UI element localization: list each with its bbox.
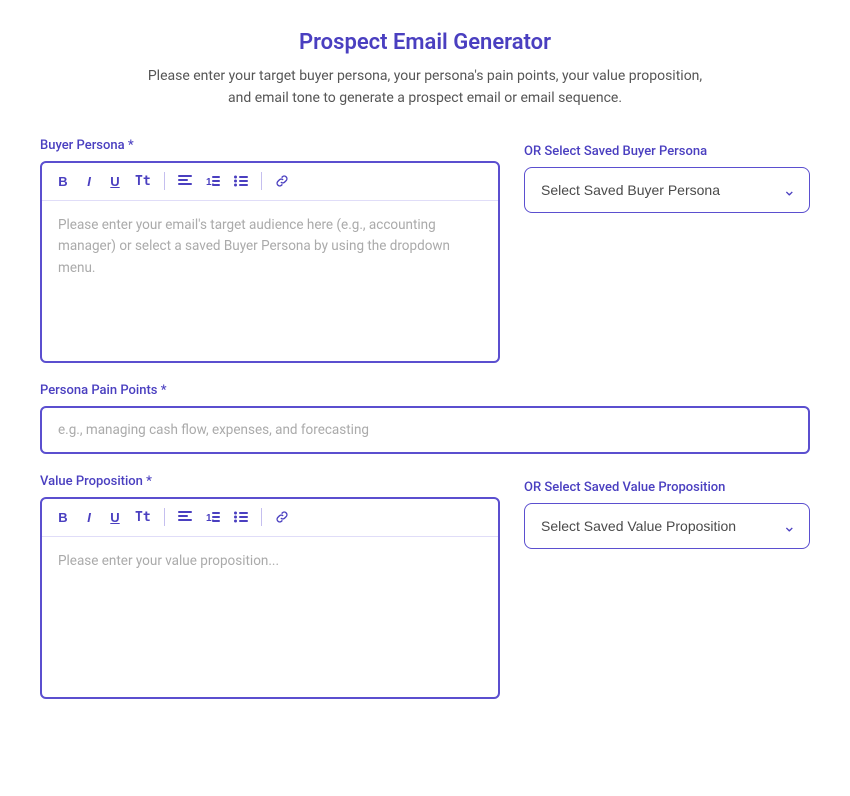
underline-button[interactable]: U xyxy=(104,171,126,192)
toolbar-sep-2 xyxy=(261,172,262,190)
vp-tt-button[interactable]: Tt xyxy=(130,507,156,528)
pain-points-label: Persona Pain Points * xyxy=(40,383,810,398)
align-left-button[interactable] xyxy=(173,172,197,190)
vp-bold-button[interactable]: B xyxy=(52,507,74,528)
vp-ordered-list-button[interactable]: 1. xyxy=(201,508,225,526)
value-prop-editor: B I U Tt 1. xyxy=(40,497,500,699)
buyer-persona-select-wrapper: Select Saved Buyer Persona ⌄ xyxy=(524,167,810,213)
pain-points-input[interactable] xyxy=(40,406,810,454)
vp-toolbar-sep-2 xyxy=(261,508,262,526)
buyer-persona-row: Buyer Persona * B I U Tt 1. xyxy=(40,138,810,363)
buyer-persona-select[interactable]: Select Saved Buyer Persona xyxy=(524,167,810,213)
buyer-persona-dropdown-wrapper: OR Select Saved Buyer Persona Select Sav… xyxy=(524,138,810,213)
link-button[interactable] xyxy=(270,172,294,190)
vp-unordered-list-button[interactable] xyxy=(229,508,253,526)
buyer-persona-toolbar: B I U Tt 1. xyxy=(42,163,498,201)
value-prop-right: OR Select Saved Value Proposition Select… xyxy=(524,474,810,549)
value-prop-select[interactable]: Select Saved Value Proposition xyxy=(524,503,810,549)
tt-button[interactable]: Tt xyxy=(130,171,156,192)
value-prop-label: Value Proposition * xyxy=(40,474,500,489)
value-prop-row: Value Proposition * B I U Tt 1. xyxy=(40,474,810,699)
value-prop-section: Value Proposition * B I U Tt 1. xyxy=(40,474,810,699)
toolbar-sep-1 xyxy=(164,172,165,190)
buyer-persona-or-label: OR Select Saved Buyer Persona xyxy=(524,144,810,159)
bold-button[interactable]: B xyxy=(52,171,74,192)
value-prop-dropdown-wrapper: OR Select Saved Value Proposition Select… xyxy=(524,474,810,549)
vp-link-button[interactable] xyxy=(270,508,294,526)
ordered-list-button[interactable]: 1. xyxy=(201,172,225,190)
buyer-persona-editor: B I U Tt 1. xyxy=(40,161,500,363)
value-prop-left: Value Proposition * B I U Tt 1. xyxy=(40,474,500,699)
value-prop-select-wrapper: Select Saved Value Proposition ⌄ xyxy=(524,503,810,549)
vp-align-left-button[interactable] xyxy=(173,508,197,526)
pain-points-section: Persona Pain Points * xyxy=(40,383,810,454)
value-prop-or-label: OR Select Saved Value Proposition xyxy=(524,480,810,495)
vp-italic-button[interactable]: I xyxy=(78,507,100,528)
vp-toolbar-sep-1 xyxy=(164,508,165,526)
page-subtitle: Please enter your target buyer persona, … xyxy=(40,65,810,110)
value-prop-toolbar: B I U Tt 1. xyxy=(42,499,498,537)
page-header: Prospect Email Generator Please enter yo… xyxy=(40,30,810,110)
page-title: Prospect Email Generator xyxy=(40,30,810,55)
vp-underline-button[interactable]: U xyxy=(104,507,126,528)
buyer-persona-right: OR Select Saved Buyer Persona Select Sav… xyxy=(524,138,810,213)
buyer-persona-input[interactable]: Please enter your email's target audienc… xyxy=(42,201,498,361)
unordered-list-button[interactable] xyxy=(229,172,253,190)
italic-button[interactable]: I xyxy=(78,171,100,192)
buyer-persona-section: Buyer Persona * B I U Tt 1. xyxy=(40,138,810,363)
buyer-persona-label: Buyer Persona * xyxy=(40,138,500,153)
value-prop-input[interactable]: Please enter your value proposition... xyxy=(42,537,498,697)
buyer-persona-left: Buyer Persona * B I U Tt 1. xyxy=(40,138,500,363)
